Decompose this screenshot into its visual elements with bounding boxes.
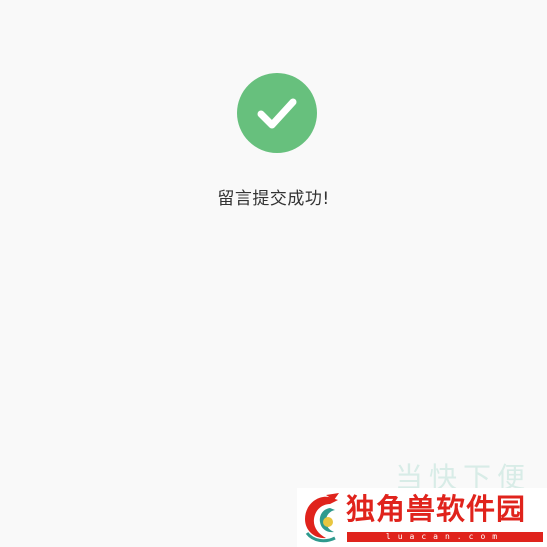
checkmark-icon bbox=[257, 98, 297, 129]
success-page: 留言提交成功! 当快下便 独角兽软件园 luacan.com bbox=[0, 0, 547, 547]
dragon-logo-icon bbox=[299, 491, 345, 543]
site-watermark: 独角兽软件园 luacan.com bbox=[297, 488, 547, 547]
success-message: 留言提交成功! bbox=[217, 189, 330, 209]
watermark-title: 独角兽软件园 bbox=[346, 492, 527, 526]
check-circle-icon bbox=[237, 73, 317, 153]
watermark-domain: luacan.com bbox=[385, 532, 505, 541]
watermark-domain-bar: luacan.com bbox=[347, 532, 543, 542]
